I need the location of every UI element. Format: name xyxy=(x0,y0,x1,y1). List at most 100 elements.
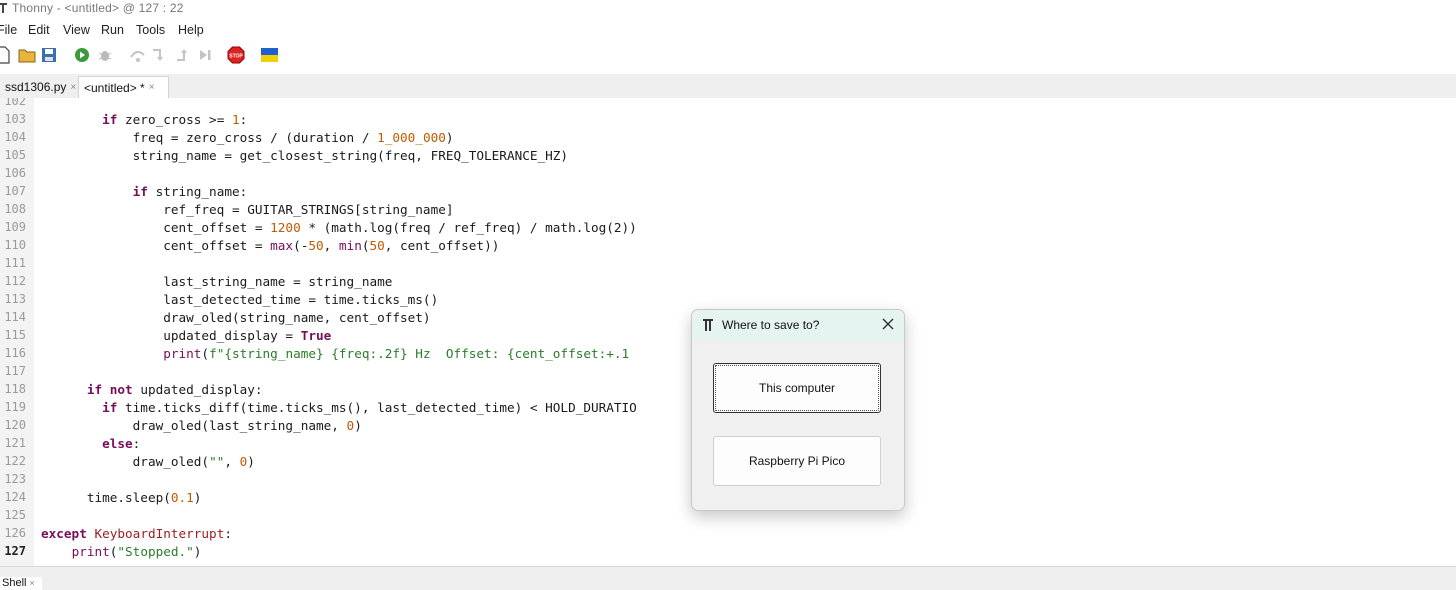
code-token: max xyxy=(270,238,294,253)
code-line[interactable]: last_detected_time = time.ticks_ms() xyxy=(41,292,438,307)
tab-close-icon[interactable]: × xyxy=(30,578,35,588)
menu-view[interactable]: View xyxy=(63,23,90,37)
new-file-icon[interactable] xyxy=(0,46,12,64)
tab-shell[interactable]: Shell × xyxy=(0,577,42,590)
menu-edit[interactable]: Edit xyxy=(28,23,50,37)
code-token: 50 xyxy=(369,238,385,253)
ukraine-flag-icon[interactable] xyxy=(260,46,278,64)
code-line[interactable]: if time.ticks_diff(time.ticks_ms(), last… xyxy=(41,400,637,415)
code-token: last_string_name = string_name xyxy=(41,274,393,289)
code-line[interactable]: if zero_cross >= 1: xyxy=(41,112,247,127)
code-line[interactable]: draw_oled(last_string_name, 0) xyxy=(41,418,362,433)
tab-close-icon[interactable]: × xyxy=(149,82,155,93)
code-token: ) xyxy=(193,544,202,559)
code-token: if not xyxy=(86,382,133,397)
debug-icon[interactable] xyxy=(96,46,114,64)
title-bar: Thonny - <untitled> @ 127 : 22 xyxy=(0,0,1456,18)
code-token: cent_offset = xyxy=(41,238,271,253)
open-folder-icon[interactable] xyxy=(18,46,36,64)
code-line[interactable]: draw_oled("", 0) xyxy=(41,454,255,469)
line-number: 106 xyxy=(4,166,26,180)
step-out-icon[interactable] xyxy=(174,46,192,64)
code-token: zero_cross >= xyxy=(117,112,232,127)
code-token: print xyxy=(71,544,110,559)
line-number: 109 xyxy=(4,220,26,234)
code-line[interactable]: updated_display = True xyxy=(41,328,331,343)
line-number: 116 xyxy=(4,346,26,360)
code-token: min xyxy=(338,238,362,253)
tab-ssd1306[interactable]: ssd1306.py × xyxy=(0,76,76,98)
code-line[interactable]: ref_freq = GUITAR_STRINGS[string_name] xyxy=(41,202,453,217)
menu-tools[interactable]: Tools xyxy=(136,23,165,37)
menu-run[interactable]: Run xyxy=(101,23,124,37)
line-number: 114 xyxy=(4,310,26,324)
code-line[interactable]: freq = zero_cross / (duration / 1_000_00… xyxy=(41,130,454,145)
menu-file[interactable]: File xyxy=(0,23,17,37)
code-line[interactable]: cent_offset = 1200 * (math.log(freq / re… xyxy=(41,220,637,235)
code-token: string_name = get_closest_string(freq, F… xyxy=(41,148,569,163)
line-number: 103 xyxy=(4,112,26,126)
tab-label: <untitled> * xyxy=(84,80,145,95)
code-line[interactable]: last_string_name = string_name xyxy=(41,274,392,289)
tab-untitled[interactable]: <untitled> * × xyxy=(78,76,169,98)
editor-tab-bar: ssd1306.py × <untitled> * × xyxy=(0,74,1456,99)
code-token: last_detected_time = time.ticks_ms() xyxy=(41,292,439,307)
line-number: 102 xyxy=(4,98,26,108)
code-token: ) xyxy=(193,490,202,505)
code-line[interactable]: if string_name: xyxy=(41,184,248,199)
thonny-app-icon xyxy=(703,319,713,331)
code-line[interactable]: except KeyboardInterrupt: xyxy=(41,526,232,541)
line-number: 127 xyxy=(4,544,26,558)
code-token: * (math.log(freq / ref_freq) / math.log(… xyxy=(300,220,637,235)
code-token: if xyxy=(132,184,148,199)
line-number: 123 xyxy=(4,472,26,486)
stop-icon[interactable]: STOP xyxy=(227,46,245,64)
line-number: 118 xyxy=(4,382,26,396)
code-line[interactable]: time.sleep(0.1) xyxy=(41,490,202,505)
code-token: "Stopped." xyxy=(117,544,194,559)
step-over-icon[interactable] xyxy=(129,46,147,64)
code-token: ) xyxy=(354,418,362,433)
code-line[interactable]: if not updated_display: xyxy=(41,382,263,397)
code-token: 50 xyxy=(308,238,324,253)
code-token: KeyboardInterrupt xyxy=(94,526,225,541)
thonny-app-icon xyxy=(0,3,7,13)
line-number: 111 xyxy=(4,256,26,270)
menu-help[interactable]: Help xyxy=(178,23,204,37)
code-token: else xyxy=(102,436,133,451)
tab-close-icon[interactable]: × xyxy=(70,82,76,93)
line-number: 113 xyxy=(4,292,26,306)
code-token: string_name: xyxy=(147,184,248,199)
code-token: (- xyxy=(293,238,309,253)
code-line[interactable]: print(f"{string_name} {freq:.2f} Hz Offs… xyxy=(41,346,629,361)
code-token: , xyxy=(323,238,339,253)
code-token: if xyxy=(102,112,118,127)
code-token: ) xyxy=(445,130,454,145)
line-number-gutter: 102 103 104 105 106 107 108 109 110 111 112 113 114 1… xyxy=(0,98,34,566)
save-location-dialog: Where to save to? This computer Raspberr… xyxy=(691,309,905,511)
code-line[interactable]: string_name = get_closest_string(freq, F… xyxy=(41,148,568,163)
close-icon[interactable] xyxy=(880,316,896,332)
line-number: 108 xyxy=(4,202,26,216)
code-line[interactable]: draw_oled(string_name, cent_offset) xyxy=(41,310,430,325)
step-into-icon[interactable] xyxy=(150,46,168,64)
this-computer-button[interactable]: This computer xyxy=(713,363,881,413)
code-token: , cent_offset)) xyxy=(384,238,500,253)
menu-bar: File Edit View Run Tools Help xyxy=(0,20,1456,40)
line-number: 117 xyxy=(4,364,26,378)
code-token: 1200 xyxy=(270,220,301,235)
code-line[interactable]: print("Stopped.") xyxy=(41,544,202,559)
code-token: ( xyxy=(201,346,210,361)
code-line[interactable]: cent_offset = max(-50, min(50, cent_offs… xyxy=(41,238,499,253)
code-line[interactable]: else: xyxy=(41,436,140,451)
code-token: : xyxy=(132,436,141,451)
code-token: , xyxy=(224,454,240,469)
bottom-panel-bar: Shell × xyxy=(0,566,1456,590)
run-icon[interactable] xyxy=(73,46,91,64)
resume-icon[interactable] xyxy=(196,46,214,64)
save-icon[interactable] xyxy=(40,46,58,64)
raspberry-pi-pico-button[interactable]: Raspberry Pi Pico xyxy=(713,436,881,486)
